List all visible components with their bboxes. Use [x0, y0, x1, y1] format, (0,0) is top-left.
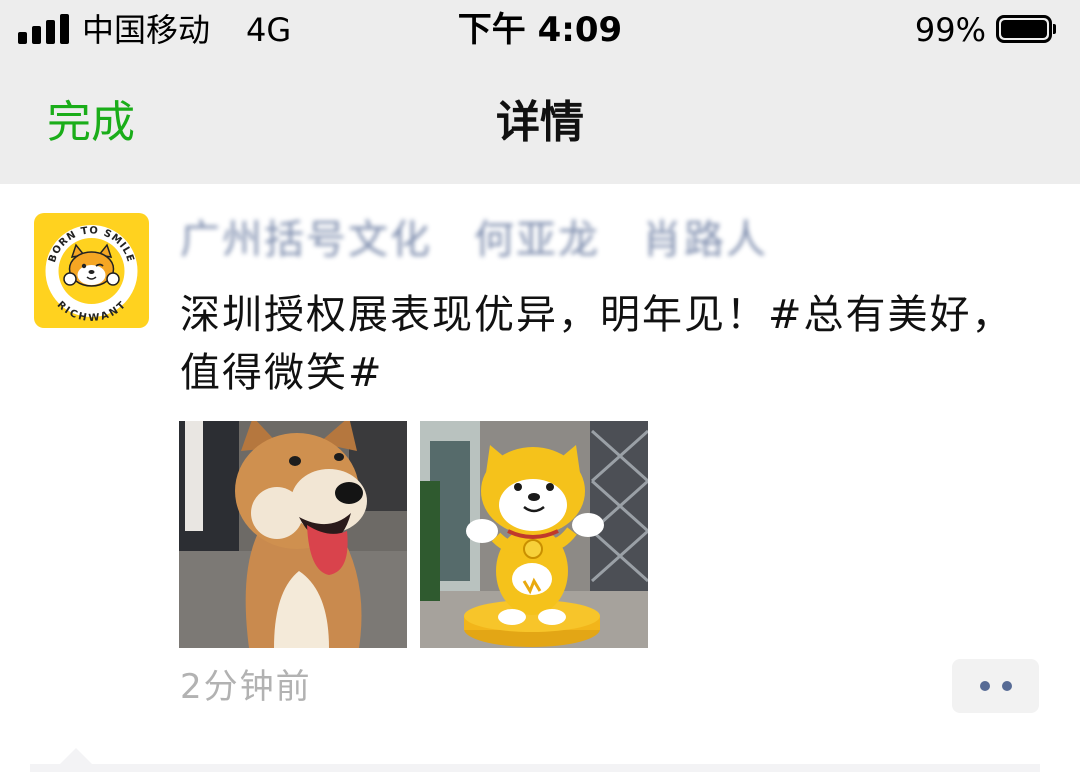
battery-percent: 99%: [914, 11, 986, 49]
post-time: 2分钟前: [180, 667, 312, 707]
comment-area: [30, 764, 1040, 772]
post-photo-statue[interactable]: [420, 421, 648, 648]
more-button[interactable]: [952, 659, 1039, 713]
more-dots-icon-dot: [1002, 681, 1012, 691]
battery-icon: [996, 15, 1056, 43]
post-author[interactable]: 广州括号文化 何亚龙 肖路人: [180, 210, 768, 270]
post-text: 深圳授权展表现优异，明年见！#总有美好，值得微笑#: [180, 292, 1014, 396]
post-photo-dog[interactable]: [179, 421, 407, 648]
comment-arrow: [60, 748, 92, 764]
yellow-shiba-statue-photo-icon: [420, 421, 648, 648]
battery-fill: [1001, 20, 1047, 38]
shiba-dog-photo-icon: [179, 421, 407, 648]
page-title: 详情: [496, 97, 584, 148]
status-bar: 中国移动 4G 下午 4:09 99%: [0, 0, 1080, 60]
more-dots-icon: [980, 681, 990, 691]
avatar[interactable]: BORN TO SMILE RICHWANT: [34, 213, 149, 328]
shiba-mascot-logo-icon: BORN TO SMILE RICHWANT: [45, 225, 138, 324]
header-area: 中国移动 4G 下午 4:09 99% 完成 详情: [0, 0, 1080, 184]
